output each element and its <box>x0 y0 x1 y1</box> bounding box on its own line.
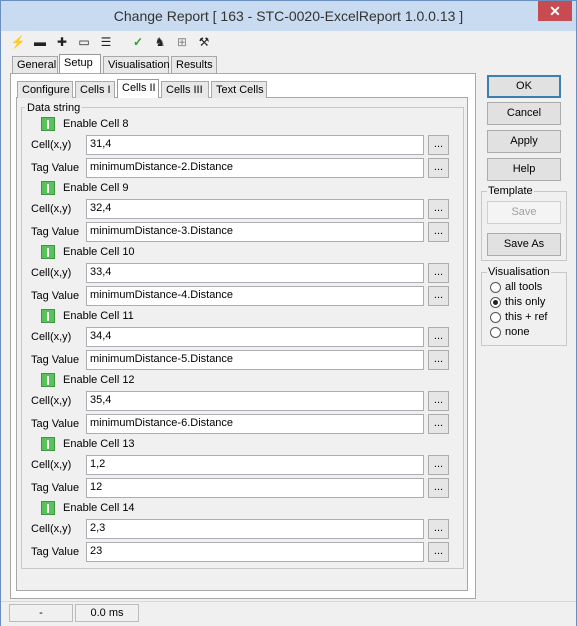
cell-xy-input[interactable]: 2,3 <box>86 519 424 539</box>
tab-cells-3[interactable]: Cells III <box>161 81 209 98</box>
cell-xy-label: Cell(x,y) <box>31 331 72 343</box>
radio-label: this only <box>505 296 546 308</box>
tag-value-label: Tag Value <box>31 226 80 238</box>
enable-cell-checkbox[interactable] <box>41 373 55 387</box>
enable-cell-checkbox[interactable] <box>41 309 55 323</box>
title-bar: Change Report [ 163 - STC-0020-ExcelRepo… <box>1 1 576 31</box>
enable-cell-checkbox[interactable] <box>41 117 55 131</box>
tab-visualisation[interactable]: Visualisation <box>103 56 170 73</box>
enable-cell-label: Enable Cell 12 <box>63 374 135 386</box>
browse-cell-button[interactable]: ... <box>428 391 449 411</box>
enable-cell-checkbox[interactable] <box>41 437 55 451</box>
browse-cell-button[interactable]: ... <box>428 199 449 219</box>
tag-value-input[interactable]: minimumDistance-5.Distance <box>86 350 424 370</box>
browse-cell-button[interactable]: ... <box>428 135 449 155</box>
network-icon[interactable]: ⊞ <box>173 33 191 51</box>
tag-value-input[interactable]: 12 <box>86 478 424 498</box>
browse-tag-button[interactable]: ... <box>428 414 449 434</box>
cell-xy-input[interactable]: 33,4 <box>86 263 424 283</box>
enable-cell-label: Enable Cell 14 <box>63 502 135 514</box>
cell-xy-input[interactable]: 31,4 <box>86 135 424 155</box>
help-button[interactable]: Help <box>487 158 561 181</box>
enable-cell-label: Enable Cell 10 <box>63 246 135 258</box>
browse-cell-button[interactable]: ... <box>428 519 449 539</box>
cell-xy-label: Cell(x,y) <box>31 395 72 407</box>
lightning-icon[interactable]: ⚡ <box>9 33 27 51</box>
run-person-icon[interactable]: ♞ <box>151 33 169 51</box>
cell-xy-label: Cell(x,y) <box>31 523 72 535</box>
radio-circle[interactable] <box>490 282 501 293</box>
document-list-icon[interactable]: ☰ <box>97 33 115 51</box>
browse-tag-button[interactable]: ... <box>428 478 449 498</box>
tag-value-input[interactable]: minimumDistance-6.Distance <box>86 414 424 434</box>
puzzle-icon[interactable]: ✚ <box>53 33 71 51</box>
visualisation-label: Visualisation <box>487 266 551 278</box>
browse-cell-button[interactable]: ... <box>428 455 449 475</box>
radio-label: none <box>505 326 530 338</box>
tab-cells-2[interactable]: Cells II <box>117 79 159 98</box>
enable-cell-checkbox[interactable] <box>41 501 55 515</box>
radio-circle[interactable] <box>490 327 501 338</box>
browse-tag-button[interactable]: ... <box>428 350 449 370</box>
tab-general[interactable]: General <box>12 56 58 73</box>
tag-value-label: Tag Value <box>31 162 80 174</box>
close-button[interactable]: ✕ <box>538 1 572 21</box>
cell-xy-input[interactable]: 32,4 <box>86 199 424 219</box>
cell-xy-input[interactable]: 35,4 <box>86 391 424 411</box>
cell-xy-input[interactable]: 1,2 <box>86 455 424 475</box>
template-label: Template <box>487 185 534 197</box>
tag-value-input[interactable]: 23 <box>86 542 424 562</box>
status-time: 0.0 ms <box>75 604 139 622</box>
tag-value-label: Tag Value <box>31 546 80 558</box>
tag-value-label: Tag Value <box>31 418 80 430</box>
tab-setup[interactable]: Setup <box>59 54 101 73</box>
cell-xy-input[interactable]: 34,4 <box>86 327 424 347</box>
enable-cell-label: Enable Cell 9 <box>63 182 129 194</box>
checkmark-icon[interactable]: ✓ <box>129 33 147 51</box>
tab-cells-1[interactable]: Cells I <box>75 81 115 98</box>
browse-tag-button[interactable]: ... <box>428 286 449 306</box>
radio-label: this + ref <box>505 311 548 323</box>
tag-value-label: Tag Value <box>31 354 80 366</box>
status-bar: - 0.0 ms <box>1 601 576 626</box>
cancel-button[interactable]: Cancel <box>487 102 561 125</box>
tag-value-input[interactable]: minimumDistance-4.Distance <box>86 286 424 306</box>
enable-cell-label: Enable Cell 8 <box>63 118 129 130</box>
ok-button[interactable]: OK <box>487 75 561 98</box>
tag-value-label: Tag Value <box>31 482 80 494</box>
tab-results[interactable]: Results <box>171 56 217 73</box>
tag-value-label: Tag Value <box>31 290 80 302</box>
browse-cell-button[interactable]: ... <box>428 327 449 347</box>
browse-tag-button[interactable]: ... <box>428 222 449 242</box>
tag-value-input[interactable]: minimumDistance-3.Distance <box>86 222 424 242</box>
dialog-window: Change Report [ 163 - STC-0020-ExcelRepo… <box>0 0 577 626</box>
status-left: - <box>9 604 73 622</box>
radio-label: all tools <box>505 281 543 293</box>
enable-cell-checkbox[interactable] <box>41 245 55 259</box>
window-title: Change Report [ 163 - STC-0020-ExcelRepo… <box>113 8 464 24</box>
wrench-icon[interactable]: ⚒ <box>195 33 213 51</box>
radio-circle[interactable] <box>490 297 501 308</box>
enable-cell-label: Enable Cell 13 <box>63 438 135 450</box>
browse-tag-button[interactable]: ... <box>428 542 449 562</box>
browse-tag-button[interactable]: ... <box>428 158 449 178</box>
data-string-label: Data string <box>25 102 83 114</box>
save-button[interactable]: Save <box>487 201 561 224</box>
cell-xy-label: Cell(x,y) <box>31 139 72 151</box>
tab-text-cells[interactable]: Text Cells <box>211 81 267 98</box>
cell-xy-label: Cell(x,y) <box>31 203 72 215</box>
chain-link-icon[interactable]: ▬ <box>31 33 49 51</box>
enable-cell-label: Enable Cell 11 <box>63 310 134 322</box>
tab-configure[interactable]: Configure <box>17 81 73 98</box>
tag-value-input[interactable]: minimumDistance-2.Distance <box>86 158 424 178</box>
console-icon[interactable]: ▭ <box>75 33 93 51</box>
cell-xy-label: Cell(x,y) <box>31 459 72 471</box>
save-as-button[interactable]: Save As <box>487 233 561 256</box>
apply-button[interactable]: Apply <box>487 130 561 153</box>
enable-cell-checkbox[interactable] <box>41 181 55 195</box>
browse-cell-button[interactable]: ... <box>428 263 449 283</box>
cell-xy-label: Cell(x,y) <box>31 267 72 279</box>
radio-circle[interactable] <box>490 312 501 323</box>
